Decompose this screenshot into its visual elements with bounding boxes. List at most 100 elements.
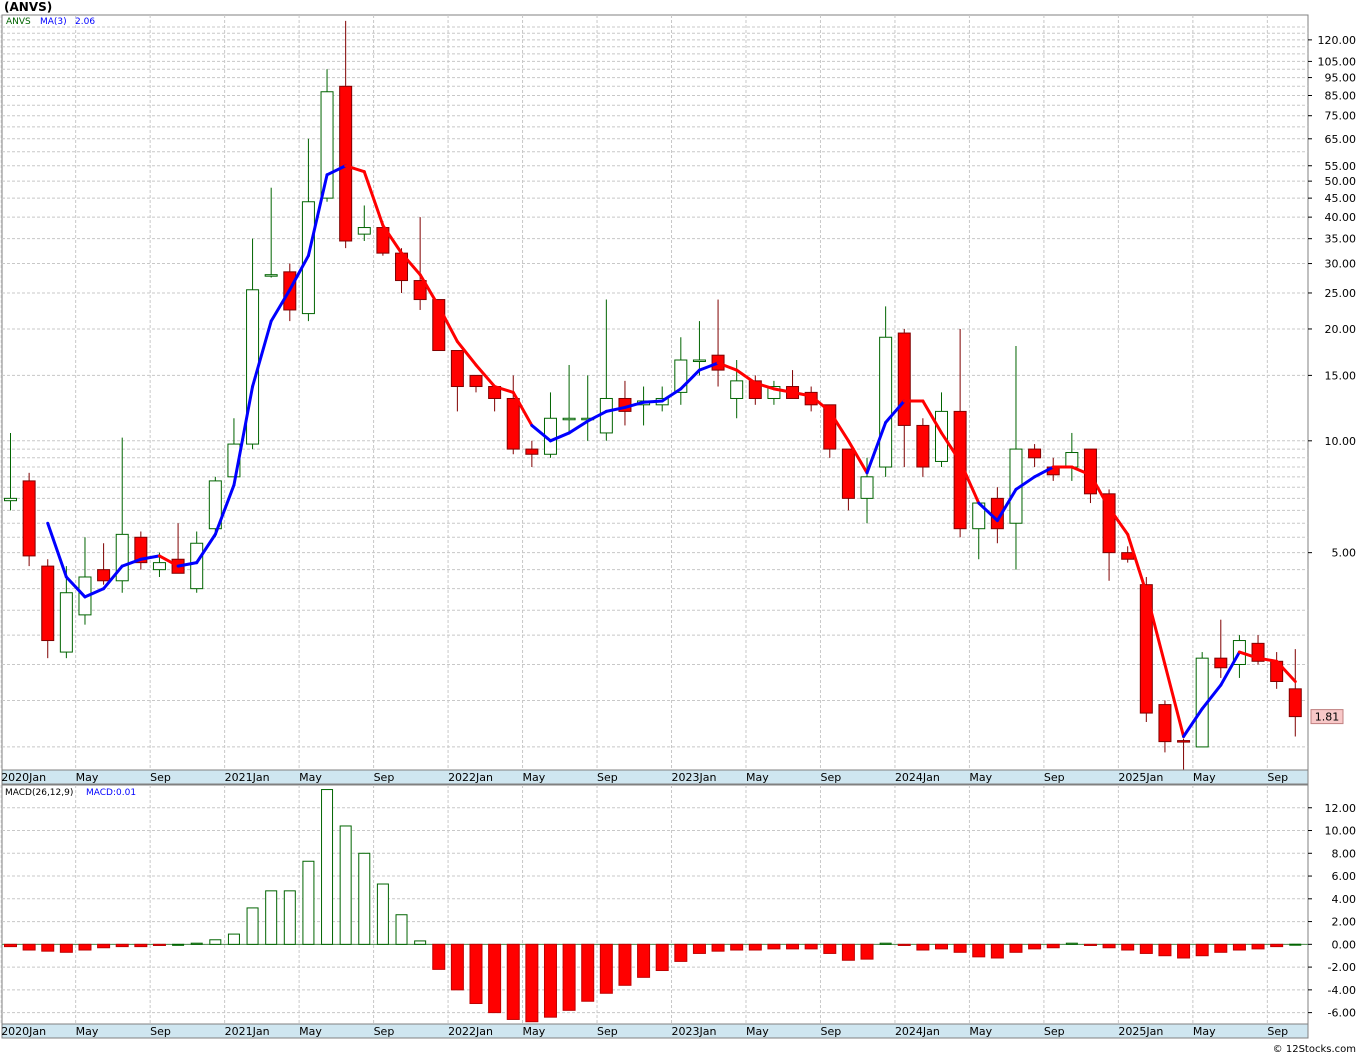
candle-body — [1177, 740, 1191, 743]
macd-bar — [339, 825, 352, 945]
macd-bar — [953, 943, 967, 953]
price-x-tick-label: 2022Jan — [448, 771, 493, 784]
macd-bar — [972, 943, 986, 958]
macd-bar — [990, 943, 1004, 959]
macd-bar — [786, 943, 800, 950]
macd-y-tick-label: -4.00 — [1328, 984, 1356, 997]
macd-x-tick-label: May — [76, 1025, 99, 1038]
candle-body — [152, 562, 166, 571]
macd-bar — [1139, 943, 1153, 954]
price-x-tick-label: 2025Jan — [1118, 771, 1163, 784]
macd-bar — [4, 943, 17, 948]
macd-bar — [1102, 943, 1116, 949]
macd-bar — [358, 852, 371, 945]
price-y-tick-label: 105.00 — [1318, 55, 1357, 68]
macd-x-tick-label: Sep — [374, 1025, 395, 1038]
candle-body — [4, 497, 17, 502]
candle-body — [41, 565, 55, 642]
candle-body — [1158, 704, 1172, 743]
price-x-tick-label: May — [299, 771, 322, 784]
macd-bar — [78, 943, 92, 951]
candle-body — [599, 397, 613, 434]
macd-x-tick-label: Sep — [1044, 1025, 1065, 1038]
macd-bar — [823, 943, 837, 954]
macd-bar — [581, 943, 595, 1002]
macd-bar — [637, 943, 651, 978]
price-y-tick-label: 40.00 — [1325, 211, 1357, 224]
candle-body — [320, 91, 334, 199]
macd-bar — [879, 942, 892, 945]
macd-bar — [1028, 943, 1042, 950]
price-x-tick-label: 2020Jan — [1, 771, 46, 784]
price-x-tick-label: 2024Jan — [895, 771, 940, 784]
macd-bar — [22, 943, 36, 951]
macd-x-tick-label: May — [969, 1025, 992, 1038]
macd-bar — [41, 943, 55, 952]
price-x-tick-label: May — [76, 771, 99, 784]
macd-bar — [655, 943, 669, 972]
macd-bar — [1046, 943, 1060, 949]
ma-segment — [642, 399, 664, 404]
macd-bar — [935, 943, 948, 950]
price-y-tick-label: 20.00 — [1325, 323, 1357, 336]
candle-body — [916, 424, 930, 468]
candle-body — [935, 410, 948, 462]
macd-bar — [897, 943, 911, 946]
macd-bar — [432, 943, 446, 970]
macd-bar — [730, 943, 744, 951]
macd-bar — [1009, 943, 1023, 953]
macd-bar — [525, 943, 539, 1023]
macd-bar — [246, 907, 259, 945]
macd-x-tick-label: 2021Jan — [225, 1025, 270, 1038]
candle-body — [730, 380, 744, 399]
legend-ma-label: MA(3) — [40, 17, 67, 27]
macd-bar — [1232, 943, 1246, 951]
price-y-tick-label: 50.00 — [1325, 175, 1357, 188]
candle-body — [562, 417, 576, 421]
price-y-tick-label: 75.00 — [1325, 110, 1357, 123]
price-x-tick-label: Sep — [820, 771, 841, 784]
macd-bar — [283, 890, 296, 945]
candle-body — [1121, 552, 1135, 560]
candle-body — [1214, 657, 1228, 669]
price-y-tick-label: 30.00 — [1325, 258, 1357, 271]
macd-bar — [414, 940, 427, 945]
macd-bar — [190, 942, 203, 945]
macd-bar — [97, 943, 111, 949]
macd-bar — [395, 914, 408, 945]
macd-bar — [134, 943, 148, 948]
macd-bar — [1195, 943, 1209, 957]
macd-y-tick-label: -2.00 — [1328, 961, 1356, 974]
macd-x-tick-label: Sep — [820, 1025, 841, 1038]
macd-bar — [860, 943, 874, 960]
price-x-tick-label: May — [1193, 771, 1216, 784]
candle-body — [264, 274, 278, 277]
macd-bar — [543, 943, 557, 1018]
candle-body — [357, 227, 371, 235]
macd-y-tick-label: 8.00 — [1332, 847, 1357, 860]
macd-y-tick-label: 10.00 — [1325, 825, 1357, 838]
price-x-tick-label: Sep — [597, 771, 618, 784]
price-x-tick-label: May — [969, 771, 992, 784]
macd-bar — [152, 943, 166, 946]
price-y-tick-label: 95.00 — [1325, 72, 1357, 85]
candle-body — [469, 374, 483, 388]
candle-body — [1028, 448, 1042, 459]
macd-x-tick-label: May — [299, 1025, 322, 1038]
price-y-tick-label: 85.00 — [1325, 90, 1357, 103]
macd-bar — [804, 943, 818, 950]
macd-x-tick-label: Sep — [150, 1025, 171, 1038]
candle-body — [1065, 452, 1079, 468]
macd-y-tick-label: 4.00 — [1332, 893, 1357, 906]
price-y-axis: 120.00 105.00 95.00 85.00 75.00 65.00 55.00 50.… — [1308, 34, 1356, 560]
candle-body — [879, 336, 893, 468]
price-x-tick-label: Sep — [1044, 771, 1065, 784]
candle-body — [115, 533, 129, 582]
price-y-tick-label: 120.00 — [1318, 34, 1357, 47]
macd-bar — [618, 943, 632, 986]
macd-x-tick-label: 2020Jan — [1, 1025, 46, 1038]
macd-x-tick-label: 2025Jan — [1118, 1025, 1163, 1038]
price-y-tick-label: 45.00 — [1325, 192, 1357, 205]
macd-bar — [916, 943, 930, 951]
legend-ma-value: 2.06 — [75, 17, 95, 27]
